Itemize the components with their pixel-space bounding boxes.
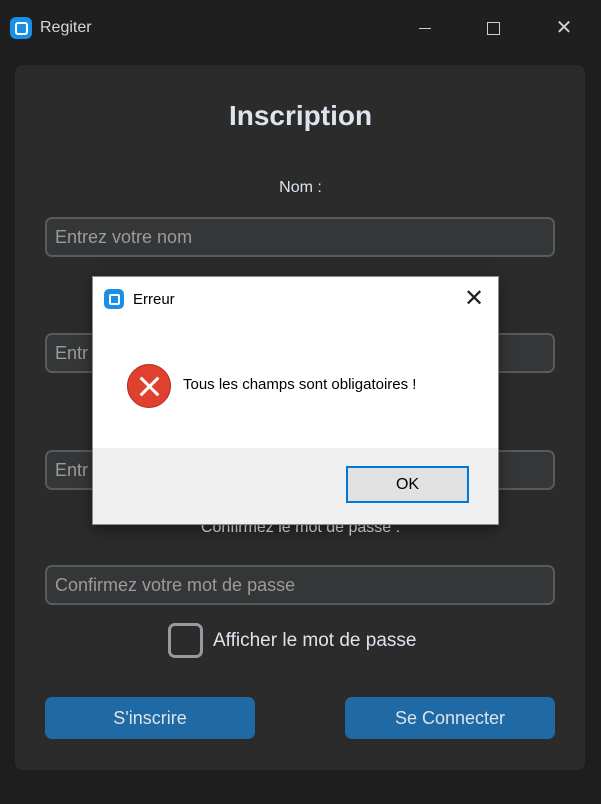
dialog-message: Tous les champs sont obligatoires ! [183, 376, 417, 393]
minimize-button[interactable] [402, 8, 448, 48]
confirm-password-input[interactable] [45, 565, 555, 605]
maximize-button[interactable] [471, 8, 517, 48]
show-password-checkbox[interactable] [168, 623, 203, 658]
login-button[interactable]: Se Connecter [345, 697, 555, 739]
name-input[interactable] [45, 217, 555, 257]
register-button[interactable]: S'inscrire [45, 697, 255, 739]
app-icon [104, 289, 124, 309]
dialog-title: Erreur [133, 291, 175, 308]
page-title: Inscription [228, 100, 373, 131]
error-icon [127, 364, 171, 408]
close-window-button[interactable]: ✕ [541, 8, 587, 48]
name-label: Nom : [279, 179, 322, 196]
ok-button[interactable]: OK [346, 466, 469, 503]
error-dialog: Erreur ✕ Tous les champs sont obligatoir… [93, 277, 498, 524]
app-icon [10, 17, 32, 39]
window-titlebar: Regiter ✕ [0, 0, 601, 57]
show-password-label[interactable]: Afficher le mot de passe [213, 630, 416, 652]
close-icon[interactable]: ✕ [456, 281, 492, 317]
window-title: Regiter [40, 19, 92, 36]
